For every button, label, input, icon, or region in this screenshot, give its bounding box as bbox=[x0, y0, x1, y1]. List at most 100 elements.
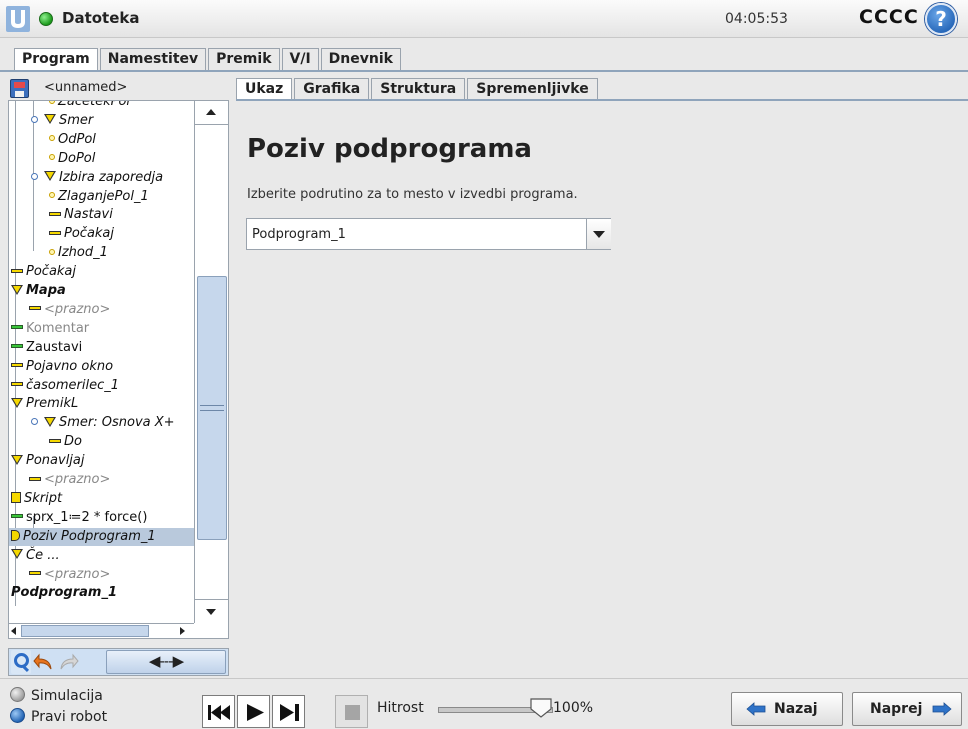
subprogram-select[interactable]: Podprogram_1 bbox=[246, 218, 611, 250]
skip-back-icon bbox=[208, 705, 230, 720]
play-icon bbox=[247, 704, 264, 721]
expander-icon[interactable] bbox=[31, 115, 38, 123]
file-menu-title[interactable]: Datoteka bbox=[62, 9, 140, 27]
tree-node[interactable]: Počakaj bbox=[49, 225, 114, 243]
next-button[interactable]: Naprej bbox=[852, 692, 962, 726]
tree-node[interactable]: OdPol bbox=[49, 131, 96, 149]
undo-icon[interactable] bbox=[33, 650, 55, 674]
command-tab-grafika[interactable]: Grafika bbox=[294, 78, 370, 100]
tree-node-label: <prazno> bbox=[44, 566, 111, 582]
main-tab-premik[interactable]: Premik bbox=[208, 48, 280, 70]
program-file-name: <unnamed> bbox=[44, 80, 128, 95]
tree-node-label: Zaustavi bbox=[26, 339, 83, 355]
bar-icon bbox=[29, 571, 41, 575]
robot-name: CCCC bbox=[859, 6, 919, 28]
tree-node[interactable]: Poziv Podprogram_1 bbox=[9, 527, 194, 546]
help-icon[interactable]: ? bbox=[925, 3, 957, 35]
subprogram-select-value: Podprogram_1 bbox=[252, 227, 346, 242]
tree-horizontal-scrollbar[interactable] bbox=[9, 623, 194, 638]
call-icon bbox=[11, 529, 20, 541]
program-tree[interactable]: ZacetekPol Smer OdPol DoPol Izbira zaporedja… bbox=[9, 101, 194, 623]
back-button[interactable]: Nazaj bbox=[731, 692, 843, 726]
title-bar: Datoteka 04:05:53 CCCC ? bbox=[0, 0, 968, 38]
tree-node[interactable]: Nastavi bbox=[49, 206, 113, 224]
bottom-bar: Simulacija Pravi robot Hitrost 100% Naza… bbox=[0, 678, 968, 728]
tree-node-label: Počakaj bbox=[26, 264, 77, 280]
main-tab-divider bbox=[0, 70, 968, 72]
expander-icon[interactable] bbox=[31, 418, 38, 426]
main-tab-dnevnik[interactable]: Dnevnik bbox=[320, 48, 401, 70]
play-button[interactable] bbox=[237, 695, 270, 728]
tree-node[interactable]: Komentar bbox=[11, 320, 89, 338]
tree-node[interactable]: <prazno> bbox=[29, 301, 110, 319]
tree-node[interactable]: ZlaganjePol_1 bbox=[49, 188, 149, 206]
tree-node[interactable]: Smer bbox=[31, 112, 93, 130]
move-node-button[interactable]: ◀---▶ bbox=[106, 650, 226, 674]
tree-node[interactable]: Pojavno okno bbox=[11, 358, 113, 376]
chevron-down-icon[interactable] bbox=[586, 219, 611, 249]
step-icon bbox=[280, 704, 299, 721]
bar-green-icon bbox=[11, 514, 23, 519]
bar-icon bbox=[11, 268, 23, 273]
mode-simulation[interactable]: Simulacija bbox=[10, 686, 103, 704]
tree-node[interactable]: DoPol bbox=[49, 150, 95, 168]
back-button-label: Nazaj bbox=[774, 701, 818, 717]
mode-real-robot[interactable]: Pravi robot bbox=[10, 707, 107, 725]
tree-node[interactable]: <prazno> bbox=[29, 471, 110, 489]
tree-node[interactable]: sprx_1≔2 * force() bbox=[11, 509, 147, 527]
bar-icon bbox=[49, 211, 61, 216]
tree-node-label: Komentar bbox=[26, 320, 90, 336]
rewind-button[interactable] bbox=[202, 695, 235, 728]
tree-node[interactable]: časomerilec_1 bbox=[11, 377, 119, 395]
command-tab-struktura[interactable]: Struktura bbox=[371, 78, 466, 100]
folder-triangle-icon bbox=[44, 114, 56, 125]
tree-node-label: sprx_1≔2 * force() bbox=[26, 509, 148, 525]
main-tab-v-i[interactable]: V/I bbox=[281, 48, 319, 70]
tree-node[interactable]: Ponavljaj bbox=[11, 452, 85, 470]
tree-node[interactable]: ZacetekPol bbox=[49, 101, 130, 111]
horizontal-scroll-thumb[interactable] bbox=[21, 625, 149, 637]
expander-icon[interactable] bbox=[31, 172, 38, 180]
vertical-scroll-thumb[interactable] bbox=[197, 276, 227, 540]
tree-node[interactable]: Če ... bbox=[11, 547, 60, 565]
script-icon bbox=[11, 491, 21, 503]
main-tab-namestitev[interactable]: Namestitev bbox=[99, 48, 207, 70]
tree-node-label: Izhod_1 bbox=[58, 245, 108, 261]
scroll-down-button[interactable] bbox=[195, 599, 228, 623]
tree-vertical-scrollbar[interactable] bbox=[194, 101, 228, 623]
scroll-up-button[interactable] bbox=[195, 101, 228, 125]
tree-node[interactable]: Počakaj bbox=[11, 263, 76, 281]
tree-node[interactable]: Mapa bbox=[11, 282, 66, 300]
simulation-radio-icon[interactable] bbox=[10, 686, 25, 702]
command-tab-spremenljivke[interactable]: Spremenljivke bbox=[467, 78, 598, 100]
chevron-right-icon[interactable] bbox=[180, 627, 185, 635]
bar-icon bbox=[49, 230, 61, 235]
chevron-left-icon[interactable] bbox=[11, 627, 16, 635]
tree-node[interactable]: Skript bbox=[11, 490, 62, 508]
speed-slider-thumb[interactable] bbox=[530, 698, 552, 718]
tree-node[interactable]: Izbira zaporedja bbox=[31, 169, 163, 187]
search-icon[interactable] bbox=[11, 650, 31, 674]
tree-node-label: Pojavno okno bbox=[26, 358, 114, 374]
tree-node-label: Ponavljaj bbox=[26, 453, 85, 469]
save-icon[interactable] bbox=[10, 79, 29, 98]
bar-icon bbox=[29, 306, 41, 311]
point-icon bbox=[49, 154, 55, 161]
command-tabs: Ukaz Grafika Struktura Spremenljivke bbox=[236, 78, 600, 101]
chevron-down-icon bbox=[206, 609, 216, 615]
tree-node[interactable]: <prazno> bbox=[29, 566, 110, 584]
command-tab-ukaz[interactable]: Ukaz bbox=[236, 78, 293, 101]
tree-node[interactable]: PremikL bbox=[11, 395, 78, 413]
real-robot-radio-icon[interactable] bbox=[10, 707, 25, 723]
step-button[interactable] bbox=[272, 695, 305, 728]
tree-node[interactable]: Izhod_1 bbox=[49, 244, 108, 262]
tree-node[interactable]: Do bbox=[49, 433, 82, 451]
tree-node[interactable]: Podprogram_1 bbox=[11, 584, 117, 602]
tree-node[interactable]: Zaustavi bbox=[11, 339, 82, 357]
main-tab-program[interactable]: Program bbox=[14, 48, 98, 72]
stop-button[interactable] bbox=[335, 695, 368, 728]
tree-node-label: OdPol bbox=[58, 131, 96, 147]
redo-icon[interactable] bbox=[57, 650, 79, 674]
tree-node[interactable]: Smer: Osnova X+ bbox=[31, 414, 175, 432]
tree-node-label: Do bbox=[64, 434, 82, 450]
